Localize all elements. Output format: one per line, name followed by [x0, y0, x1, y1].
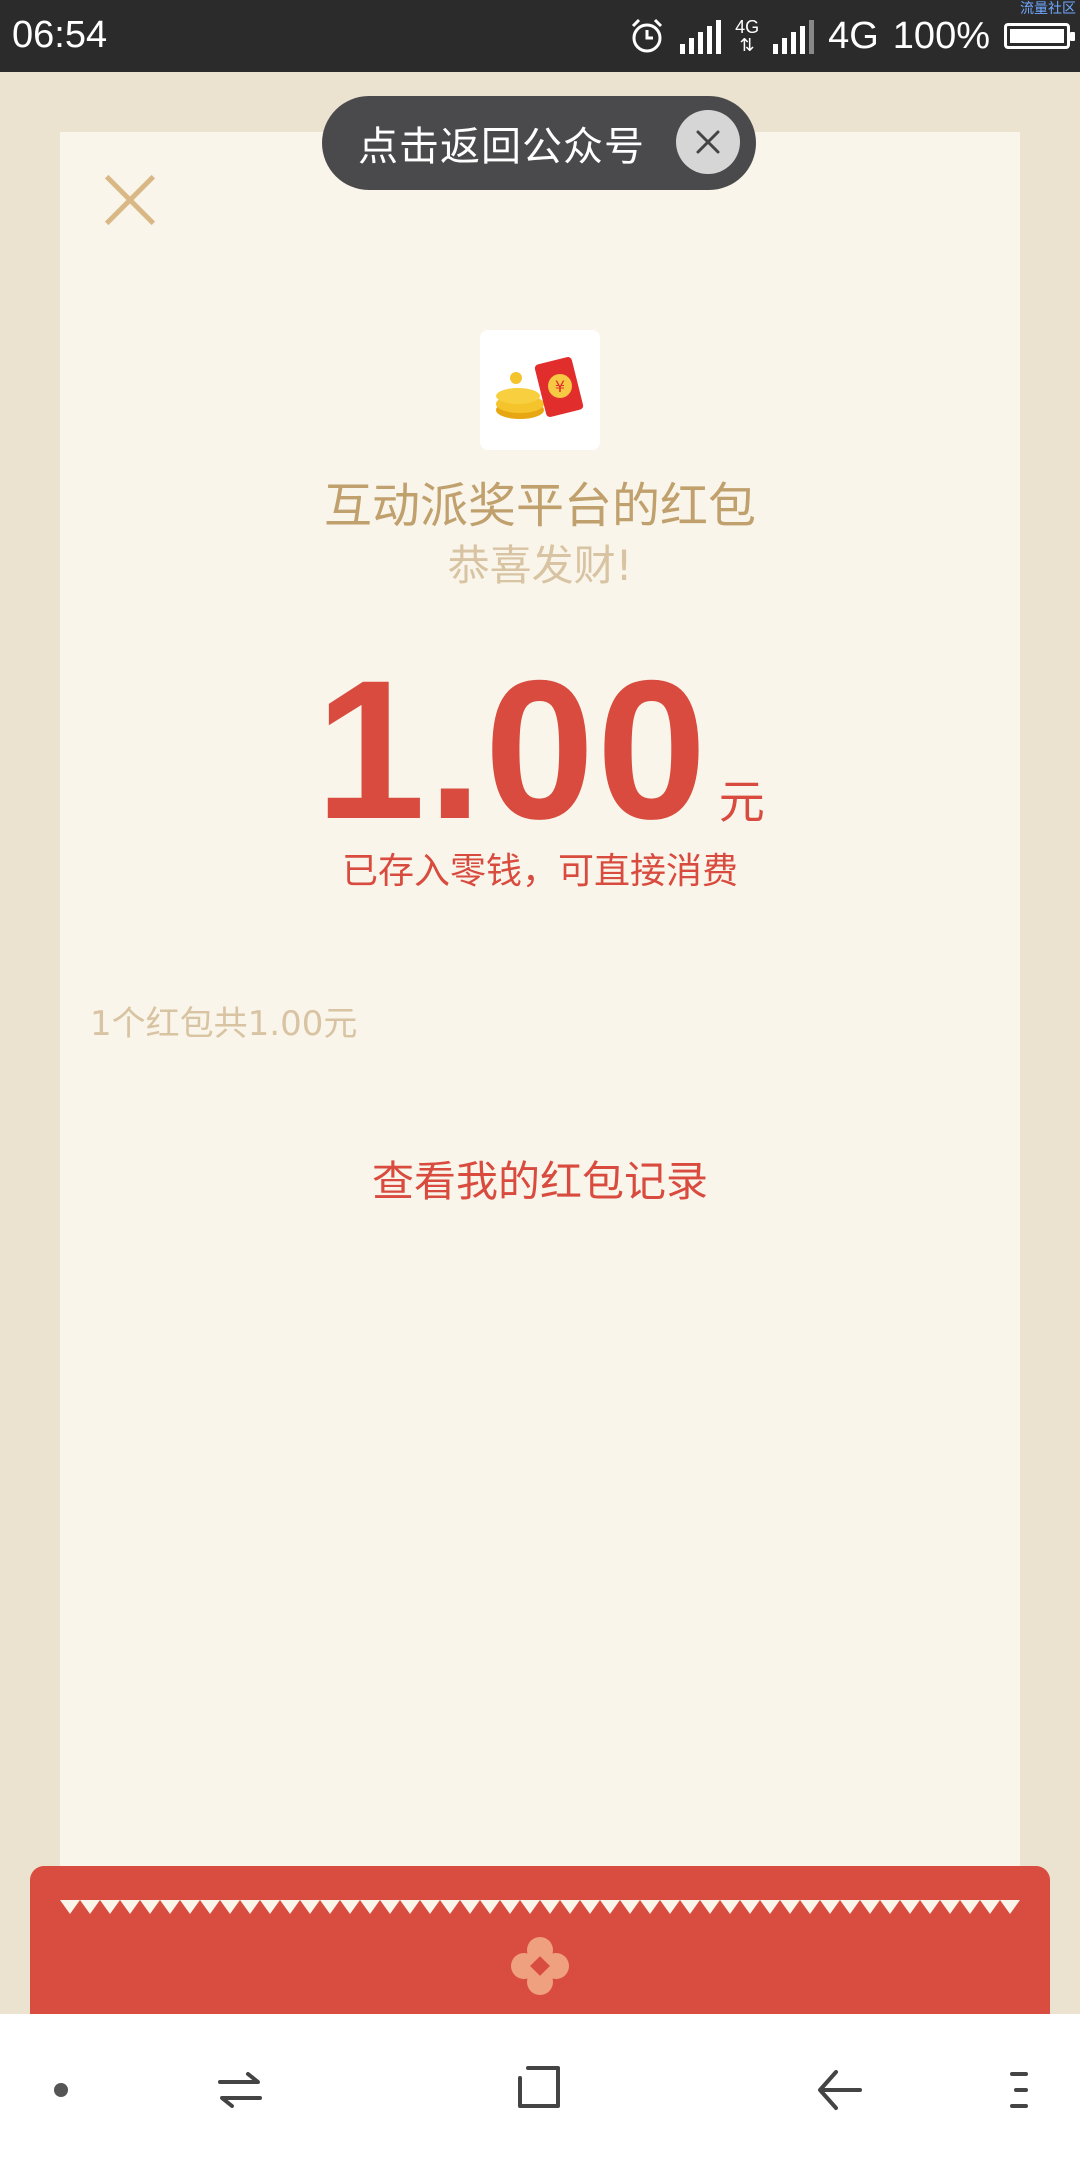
amount-display: 1.00 元 — [0, 650, 1080, 850]
home-square-icon[interactable] — [514, 2062, 566, 2114]
sender-name: 互动派奖平台的红包 — [323, 478, 756, 534]
view-records-link[interactable]: 查看我的红包记录 — [0, 1148, 1080, 1209]
svg-text:¥: ¥ — [555, 377, 565, 396]
packet-summary: 1个红包共1.00元 — [90, 1004, 358, 1044]
status-icons: 4G ⇅ 4G 100% — [628, 10, 1075, 62]
toast-text: 点击返回公众号 — [358, 124, 645, 170]
status-bar: 06:54 流量社区 4G ⇅ 4G 100% — [0, 0, 1080, 72]
switch-icon[interactable] — [214, 2064, 266, 2116]
menu-icon[interactable] — [1006, 2068, 1036, 2112]
amount-unit: 元 — [718, 775, 765, 829]
signal-icon — [680, 18, 722, 54]
network-type: 4G — [828, 14, 879, 57]
dot-icon[interactable] — [54, 2083, 68, 2097]
back-icon[interactable] — [814, 2064, 866, 2116]
stored-notice: 已存入零钱，可直接消费 — [341, 851, 738, 892]
battery-icon — [1004, 23, 1075, 49]
sender-avatar: ¥ — [480, 330, 600, 450]
flower-emblem-icon — [511, 1937, 569, 1995]
red-envelope-coins-icon: ¥ — [496, 357, 584, 419]
return-to-official-account-toast[interactable]: 点击返回公众号 — [322, 96, 756, 190]
close-icon — [696, 130, 720, 154]
greeting-text: 恭喜发财! — [447, 541, 633, 590]
amount-value: 1.00 — [315, 639, 709, 860]
toast-close-button[interactable] — [676, 110, 740, 174]
battery-percent: 100% — [892, 14, 990, 57]
signal-icon-2 — [773, 18, 815, 54]
zigzag-edge — [60, 1900, 1020, 1914]
network-4g-small: 4G ⇅ — [735, 17, 760, 55]
alarm-icon — [632, 18, 663, 53]
close-icon[interactable] — [100, 170, 160, 230]
status-time: 06:54 — [12, 14, 108, 56]
